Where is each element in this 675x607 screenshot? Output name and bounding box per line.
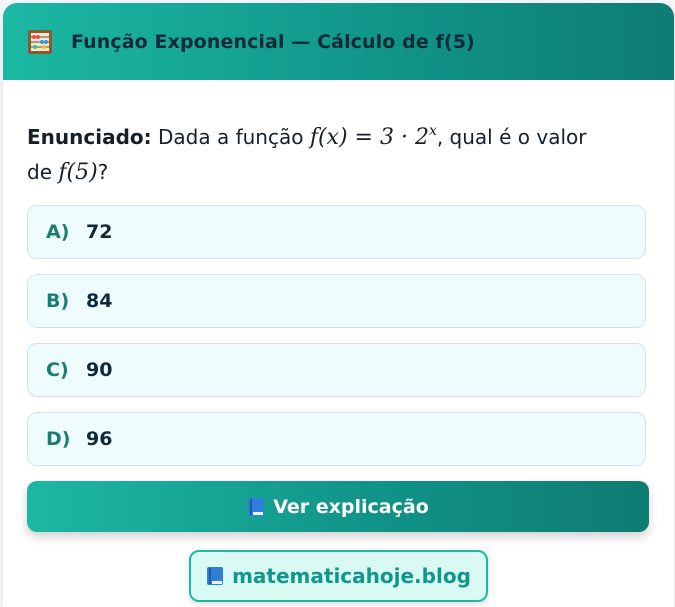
- option-d[interactable]: D) 96: [27, 412, 646, 466]
- blog-link-wrapper: matematicahoje.blog: [27, 550, 650, 602]
- statement-end: ?: [97, 160, 109, 184]
- target-formula: f(5): [58, 160, 98, 185]
- blog-link-label: matematicahoje.blog: [232, 564, 471, 588]
- option-c[interactable]: C) 90: [27, 343, 646, 397]
- option-value: 72: [86, 221, 113, 243]
- question-card: Função Exponencial — Cálculo de f(5) Enu…: [3, 3, 674, 607]
- option-value: 90: [86, 359, 113, 381]
- option-value: 96: [86, 428, 113, 450]
- abacus-icon: [28, 29, 52, 54]
- answer-options: A) 72 B) 84 C) 90 D) 96: [27, 205, 650, 466]
- book-icon: [207, 567, 224, 585]
- question-statement: Enunciado: Dada a função f(x) = 3 · 2x, …: [27, 114, 647, 190]
- statement-text: Dada a função: [158, 125, 304, 149]
- formula-main: f(x) = 3 · 2: [309, 125, 429, 150]
- statement-line2: de: [27, 160, 52, 184]
- card-body: Enunciado: Dada a função f(x) = 3 · 2x, …: [3, 114, 674, 602]
- option-b[interactable]: B) 84: [27, 274, 646, 328]
- statement-text-after: , qual é o valor: [436, 125, 587, 149]
- show-explanation-button[interactable]: Ver explicação: [27, 481, 649, 532]
- formula-exponent: x: [428, 123, 437, 139]
- option-value: 84: [86, 290, 113, 312]
- option-letter: B): [46, 290, 70, 312]
- card-header: Função Exponencial — Cálculo de f(5): [3, 3, 674, 80]
- function-formula: f(x) = 3 · 2x: [309, 123, 437, 150]
- option-letter: A): [46, 221, 70, 243]
- statement-label: Enunciado:: [27, 125, 152, 149]
- option-a[interactable]: A) 72: [27, 205, 646, 259]
- option-letter: D): [46, 428, 71, 450]
- book-icon: [248, 497, 265, 516]
- blog-link[interactable]: matematicahoje.blog: [189, 550, 488, 602]
- card-title: Função Exponencial — Cálculo de f(5): [71, 30, 475, 53]
- option-letter: C): [46, 359, 69, 381]
- explain-button-label: Ver explicação: [273, 495, 429, 518]
